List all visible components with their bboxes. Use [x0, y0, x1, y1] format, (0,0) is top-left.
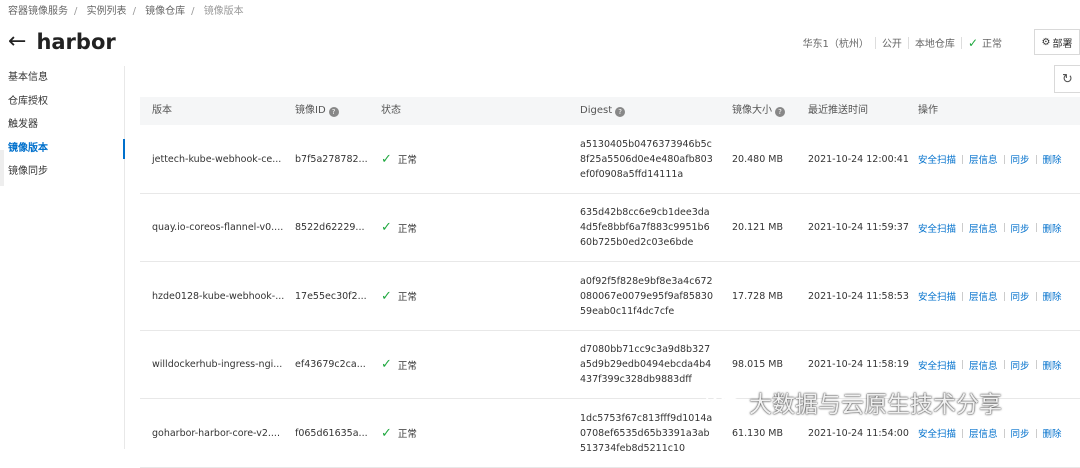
refresh-icon: ↻: [1062, 71, 1073, 87]
cell-state: ✓ 正常: [381, 425, 417, 441]
cell-pushed: 2021-10-24 12:00:41: [808, 153, 909, 165]
op-link[interactable]: 同步: [1011, 152, 1030, 166]
cell-state: ✓ 正常: [381, 357, 417, 372]
op-link[interactable]: 层信息: [969, 358, 998, 372]
cell-digest: 1dc5753f67c813fff9d1014a0708ef6535d65b33…: [580, 412, 713, 454]
source-label: 本地仓库: [914, 39, 955, 50]
help-circle-icon[interactable]: ?: [775, 107, 785, 117]
cell-digest: a0f92f5f828e9bf8e3a4c672080067e0079e95f9…: [580, 275, 713, 317]
op-link[interactable]: 删除: [1043, 358, 1062, 372]
op-link[interactable]: 安全扫描: [918, 152, 956, 166]
gear-icon: ⚙: [1041, 36, 1051, 48]
check-icon: ✓: [381, 220, 392, 235]
header-size: 镜像大小?: [732, 97, 785, 125]
header-digest: Digest?: [580, 97, 626, 125]
cell-pushed: 2021-10-24 11:58:53: [808, 290, 909, 302]
refresh-button[interactable]: ↻: [1054, 65, 1080, 93]
sidebar-item[interactable]: 触发器: [0, 113, 124, 137]
check-icon: ✓: [967, 35, 978, 50]
op-link[interactable]: 安全扫描: [918, 221, 956, 235]
cell-image-id: 17e55ec30f2...: [295, 290, 367, 302]
page-title: harbor: [36, 30, 116, 54]
cell-image-id: b7f5a278782...: [295, 153, 368, 165]
op-link[interactable]: 同步: [1011, 358, 1030, 372]
cell-size: 20.480 MB: [732, 153, 783, 165]
op-link[interactable]: 安全扫描: [918, 358, 956, 372]
cell-version: jettech-kube-webhook-ce...: [152, 153, 282, 165]
cell-version: quay.io-coreos-flannel-v0....: [152, 222, 284, 233]
op-link[interactable]: 安全扫描: [918, 426, 956, 440]
cell-size: 17.728 MB: [732, 290, 783, 302]
cell-version: willdockerhub-ingress-ngi...: [152, 359, 283, 370]
header-state: 状态: [381, 105, 401, 116]
table-header: 版本 镜像ID? 状态 Digest? 镜像大小? 最近推送时间 操作: [140, 97, 1080, 125]
visibility-label: 公开: [881, 39, 902, 50]
watermark: 大数据与云原生技术分享: [705, 385, 1002, 419]
breadcrumb-item[interactable]: 镜像仓库: [145, 6, 185, 17]
op-link[interactable]: 安全扫描: [918, 289, 956, 303]
op-link[interactable]: 同步: [1011, 221, 1030, 235]
table-row: quay.io-coreos-flannel-v0.... 8522d62229.…: [140, 194, 1080, 262]
op-link[interactable]: 层信息: [969, 221, 998, 235]
op-link[interactable]: 删除: [1043, 221, 1062, 235]
cell-ops: 安全扫描 层信息 同步 删除: [918, 262, 1062, 330]
sidebar-item[interactable]: 仓库授权: [0, 90, 124, 114]
arrow-left-icon[interactable]: ←: [8, 31, 26, 53]
header-version: 版本: [152, 105, 172, 116]
cell-image-id: 8522d62229...: [295, 222, 365, 233]
cell-state: ✓ 正常: [381, 288, 417, 304]
op-link[interactable]: 层信息: [969, 426, 998, 440]
state-label: 正常: [982, 39, 1002, 50]
cell-ops: 安全扫描 层信息 同步 删除: [918, 194, 1062, 262]
sidebar-item[interactable]: 基本信息: [0, 66, 124, 90]
deploy-button[interactable]: ⚙ 部署: [1034, 29, 1080, 55]
cell-size: 20.121 MB: [732, 222, 783, 233]
cell-pushed: 2021-10-24 11:59:37: [808, 222, 909, 233]
check-icon: ✓: [381, 425, 392, 441]
op-link[interactable]: 同步: [1011, 289, 1030, 303]
op-link[interactable]: 层信息: [969, 152, 998, 166]
op-link[interactable]: 层信息: [969, 289, 998, 303]
breadcrumb-item[interactable]: 容器镜像服务: [8, 6, 68, 17]
watermark-text: 大数据与云原生技术分享: [749, 392, 1002, 418]
cell-ops: 安全扫描 层信息 同步 删除: [918, 125, 1062, 193]
header-image-id: 镜像ID?: [295, 97, 339, 125]
cell-digest: 635d42b8cc6e9cb1dee3da4d5fe8bbf6a7f883c9…: [580, 207, 710, 248]
sidebar-item[interactable]: 镜像版本: [0, 137, 125, 161]
help-circle-icon[interactable]: ?: [328, 107, 339, 117]
breadcrumb-item[interactable]: 实例列表: [87, 6, 127, 17]
op-link[interactable]: 删除: [1043, 426, 1062, 440]
breadcrumb-current: 镜像版本: [203, 6, 244, 17]
check-icon: ✓: [381, 151, 392, 167]
sidebar: 基本信息 仓库授权 触发器 镜像版本 镜像同步: [0, 66, 125, 449]
op-link[interactable]: 同步: [1011, 426, 1030, 440]
check-icon: ✓: [381, 357, 392, 372]
cell-image-id: ef43679c2ca...: [295, 359, 366, 370]
breadcrumb: 容器镜像服务 / 实例列表 / 镜像仓库 / 镜像版本: [8, 6, 244, 17]
table-row: hzde0128-kube-webhook-... 17e55ec30f2... ✓…: [140, 262, 1080, 331]
cell-state: ✓ 正常: [381, 220, 417, 235]
sidebar-collapse-handle[interactable]: [0, 150, 4, 186]
region-label: 华东1（杭州）: [802, 39, 869, 50]
cell-state: ✓ 正常: [381, 151, 417, 167]
cell-digest: d7080bb71cc9c3a9d8b327a5d9b29edb0494ebcd…: [580, 344, 712, 385]
op-link[interactable]: 删除: [1043, 289, 1062, 303]
table-row: jettech-kube-webhook-ce... b7f5a278782...…: [140, 125, 1080, 194]
op-link[interactable]: 删除: [1043, 152, 1062, 166]
header-pushed: 最近推送时间: [808, 105, 868, 116]
deploy-label: 部署: [1052, 38, 1073, 50]
cell-version: hzde0128-kube-webhook-...: [152, 290, 285, 302]
header-ops: 操作: [918, 105, 938, 116]
cell-digest: a5130405b0476373946b5c8f25a5506d0e4e480a…: [580, 138, 713, 180]
cell-version: goharbor-harbor-core-v2....: [152, 427, 280, 439]
wechat-logo-icon: [706, 389, 741, 415]
cell-image-id: f065d61635a...: [295, 427, 368, 439]
title-row: ← harbor: [8, 30, 116, 54]
sidebar-item[interactable]: 镜像同步: [0, 160, 124, 184]
check-icon: ✓: [381, 288, 392, 304]
repo-status-bar: 华东1（杭州） 公开 本地仓库 ✓ 正常: [802, 35, 1002, 51]
help-circle-icon[interactable]: ?: [615, 107, 626, 117]
